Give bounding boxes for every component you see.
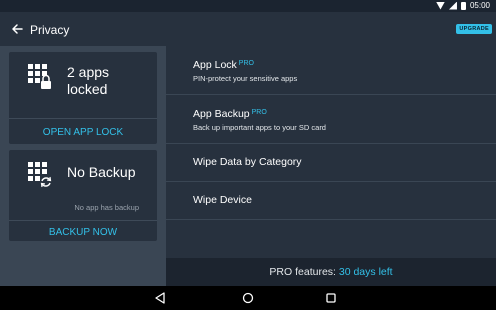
- menu-item-title: Wipe Data by Category: [193, 156, 302, 168]
- summary-panel: 2 apps locked OPEN APP LOCK No Backup No…: [0, 46, 166, 286]
- menu-item-app-lock[interactable]: App Lock PRO PIN-protect your sensitive a…: [166, 46, 496, 95]
- backup-now-button[interactable]: BACKUP NOW: [9, 227, 157, 238]
- upgrade-button[interactable]: UPGRADE: [456, 24, 492, 34]
- card-divider: [9, 118, 157, 119]
- locked-apps-count: 2 apps locked: [67, 64, 109, 98]
- battery-icon: [460, 1, 466, 10]
- menu-item-subtitle: PIN-protect your sensitive apps: [193, 74, 298, 83]
- app-bar: Privacy UPGRADE: [0, 12, 496, 46]
- menu-item-wipe-data[interactable]: Wipe Data by Category: [166, 144, 496, 182]
- pro-badge: PRO: [238, 60, 254, 67]
- menu-item-wipe-device[interactable]: Wipe Device: [166, 182, 496, 220]
- grid-lock-icon: [28, 64, 51, 89]
- wifi-icon: [435, 1, 445, 10]
- locked-apps-line2: locked: [67, 81, 108, 97]
- locked-apps-line1: 2 apps: [67, 64, 110, 80]
- trial-days-left: 30 days left: [338, 266, 393, 278]
- menu-item-title: Wipe Device: [193, 194, 252, 206]
- status-icons: 05:00: [435, 1, 490, 10]
- backup-status: No Backup: [67, 164, 136, 180]
- arrow-left-icon[interactable]: [9, 21, 25, 37]
- status-bar: 05:00: [0, 0, 496, 12]
- back-triangle-icon[interactable]: [154, 292, 166, 304]
- app-lock-card: 2 apps locked OPEN APP LOCK: [9, 52, 157, 144]
- pro-features-banner[interactable]: PRO features: 30 days left: [166, 258, 496, 286]
- menu-item-app-backup[interactable]: App Backup PRO Back up important apps to …: [166, 95, 496, 144]
- system-nav-bar: [0, 286, 496, 310]
- backup-card: No Backup No app has backup BACKUP NOW: [9, 150, 157, 241]
- open-app-lock-button[interactable]: OPEN APP LOCK: [9, 127, 157, 138]
- menu-item-title: App Backup: [193, 108, 250, 120]
- recents-square-icon[interactable]: [325, 292, 337, 304]
- status-time: 05:00: [469, 1, 490, 10]
- grid-sync-icon: [28, 162, 52, 188]
- privacy-menu: App Lock PRO PIN-protect your sensitive a…: [166, 46, 496, 286]
- pro-features-label: PRO features:: [269, 266, 336, 278]
- cell-signal-icon: [448, 1, 457, 10]
- page-title: Privacy: [30, 23, 70, 37]
- card-divider: [9, 220, 157, 221]
- backup-subtext: No app has backup: [74, 203, 139, 212]
- pro-badge: PRO: [251, 109, 267, 116]
- menu-item-title: App Lock: [193, 59, 237, 71]
- menu-item-subtitle: Back up important apps to your SD card: [193, 123, 326, 132]
- home-circle-icon[interactable]: [242, 292, 254, 304]
